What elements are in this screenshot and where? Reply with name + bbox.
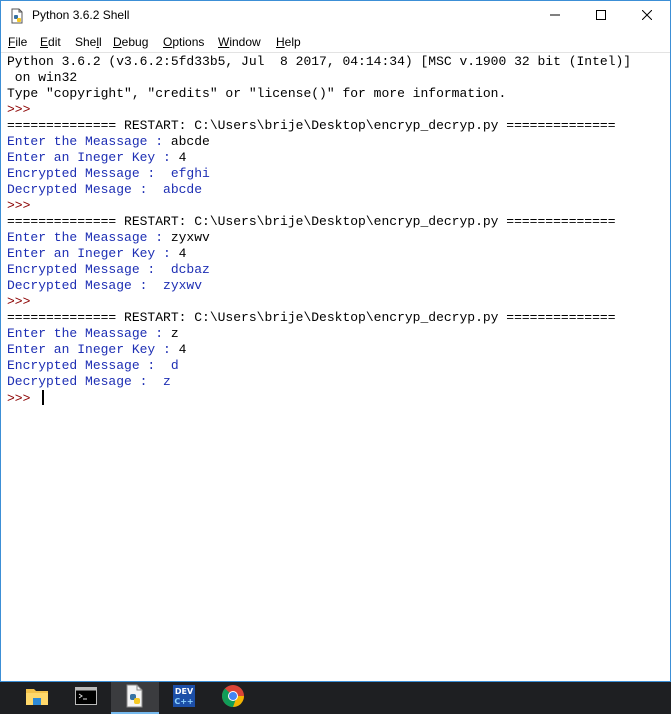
menu-bar: File Edit Shell Debug Options Window Help: [1, 32, 670, 52]
shell-line-input: Enter an Ineger Key : 4: [7, 246, 657, 262]
shell-line-output: on win32: [7, 70, 657, 86]
shell-output-text: Decrypted Mesage : z: [7, 374, 171, 389]
close-button[interactable]: [624, 1, 670, 31]
shell-output-text: Decrypted Mesage : abcde: [7, 182, 203, 197]
user-input-value: 4: [178, 150, 187, 165]
shell-output-text: ============== RESTART: C:\Users\brije\D…: [7, 310, 616, 325]
user-input-value: 4: [178, 246, 187, 261]
python-file-icon: [9, 8, 25, 24]
menu-shell[interactable]: Shell: [75, 35, 102, 49]
text-cursor: [42, 390, 45, 405]
command-prompt-icon: [75, 686, 97, 710]
menu-label-part: l: [99, 35, 102, 49]
input-prompt-text: Enter an Ineger Key :: [7, 150, 179, 165]
shell-prompt: >>>: [7, 391, 39, 406]
input-prompt-text: Enter an Ineger Key :: [7, 342, 179, 357]
taskbar-chrome[interactable]: [209, 682, 257, 714]
shell-line-input: Enter an Ineger Key : 4: [7, 342, 657, 358]
menu-label-part: indow: [229, 35, 261, 49]
shell-line-prompt: >>>: [7, 102, 657, 118]
svg-text:DEV: DEV: [175, 687, 194, 696]
shell-output-text: Decrypted Mesage : zyxwv: [7, 278, 203, 293]
shell-prompt: >>>: [7, 294, 39, 309]
menu-label-part: elp: [284, 35, 301, 49]
user-input-value: z: [170, 326, 179, 341]
menu-mnemonic: E: [40, 35, 49, 49]
menu-label-part: She: [75, 35, 97, 49]
shell-line-output: ============== RESTART: C:\Users\brije\D…: [7, 214, 657, 230]
maximize-icon: [596, 7, 606, 25]
shell-line-output: Python 3.6.2 (v3.6.2:5fd33b5, Jul 8 2017…: [7, 54, 657, 70]
shell-prompt: >>>: [7, 198, 39, 213]
menu-divider: [1, 52, 670, 53]
taskbar-dev-cpp[interactable]: DEV C++: [160, 682, 208, 714]
maximize-button[interactable]: [578, 1, 624, 31]
idle-shell-window: Python 3.6.2 Shell File Edit Shell Debug Opt…: [0, 0, 671, 682]
shell-line-input: Enter the Meassage : abcde: [7, 134, 657, 150]
shell-line-prompt-cursor: >>>: [7, 390, 657, 406]
shell-line-stdout: Encrypted Message : d: [7, 358, 657, 374]
menu-edit[interactable]: Edit: [40, 35, 61, 49]
shell-output-text: on win32: [7, 70, 78, 85]
shell-output-text: ============== RESTART: C:\Users\brije\D…: [7, 118, 616, 133]
input-prompt-text: Enter the Meassage :: [7, 230, 171, 245]
shell-line-output: ============== RESTART: C:\Users\brije\D…: [7, 118, 657, 134]
dev-cpp-icon: DEV C++: [172, 684, 196, 713]
shell-line-stdout: Encrypted Message : efghi: [7, 166, 657, 182]
menu-options[interactable]: Options: [163, 35, 204, 49]
menu-label-part: dit: [48, 35, 61, 49]
menu-mnemonic: O: [163, 35, 173, 49]
shell-line-prompt: >>>: [7, 198, 657, 214]
taskbar-python-idle[interactable]: [111, 682, 159, 714]
taskbar-file-explorer[interactable]: [13, 682, 61, 714]
taskbar-command-prompt[interactable]: [62, 682, 110, 714]
taskbar: DEV C++: [0, 682, 671, 714]
input-prompt-text: Enter an Ineger Key :: [7, 246, 179, 261]
shell-line-stdout: Decrypted Mesage : zyxwv: [7, 278, 657, 294]
shell-line-input: Enter an Ineger Key : 4: [7, 150, 657, 166]
menu-file[interactable]: File: [8, 35, 27, 49]
minimize-button[interactable]: [532, 1, 578, 31]
menu-mnemonic: H: [276, 35, 285, 49]
minimize-icon: [550, 7, 560, 25]
python-idle-icon: [124, 684, 146, 713]
menu-window[interactable]: Window: [218, 35, 261, 49]
menu-help[interactable]: Help: [276, 35, 301, 49]
shell-output-text: ============== RESTART: C:\Users\brije\D…: [7, 214, 616, 229]
shell-output-text: Encrypted Message : dcbaz: [7, 262, 210, 277]
svg-text:C++: C++: [174, 697, 193, 706]
input-prompt-text: Enter the Meassage :: [7, 134, 171, 149]
title-bar[interactable]: Python 3.6.2 Shell: [1, 1, 670, 31]
chrome-icon: [221, 684, 245, 713]
shell-line-stdout: Decrypted Mesage : z: [7, 374, 657, 390]
menu-label-part: ile: [15, 35, 28, 49]
menu-label-part: ptions: [172, 35, 205, 49]
menu-debug[interactable]: Debug: [113, 35, 148, 49]
shell-output-text: Encrypted Message : efghi: [7, 166, 210, 181]
menu-mnemonic: D: [113, 35, 122, 49]
shell-line-input: Enter the Meassage : zyxwv: [7, 230, 657, 246]
shell-line-stdout: Encrypted Message : dcbaz: [7, 262, 657, 278]
window-title: Python 3.6.2 Shell: [32, 8, 130, 22]
menu-label-part: ebug: [121, 35, 149, 49]
input-prompt-text: Enter the Meassage :: [7, 326, 171, 341]
close-icon: [641, 7, 653, 25]
shell-line-output: ============== RESTART: C:\Users\brije\D…: [7, 310, 657, 326]
shell-line-input: Enter the Meassage : z: [7, 326, 657, 342]
user-input-value: zyxwv: [170, 230, 210, 245]
shell-line-stdout: Decrypted Mesage : abcde: [7, 182, 657, 198]
user-input-value: abcde: [170, 134, 210, 149]
shell-output-area[interactable]: Python 3.6.2 (v3.6.2:5fd33b5, Jul 8 2017…: [7, 54, 657, 674]
shell-line-prompt: >>>: [7, 294, 657, 310]
shell-line-output: Type "copyright", "credits" or "license(…: [7, 86, 657, 102]
shell-output-text: Type "copyright", "credits" or "license(…: [7, 86, 507, 101]
shell-prompt: >>>: [7, 102, 39, 117]
menu-mnemonic: W: [218, 35, 230, 49]
file-explorer-icon: [25, 686, 49, 711]
shell-output-text: Encrypted Message : d: [7, 358, 179, 373]
user-input-value: 4: [178, 342, 187, 357]
shell-output-text: Python 3.6.2 (v3.6.2:5fd33b5, Jul 8 2017…: [7, 54, 632, 69]
